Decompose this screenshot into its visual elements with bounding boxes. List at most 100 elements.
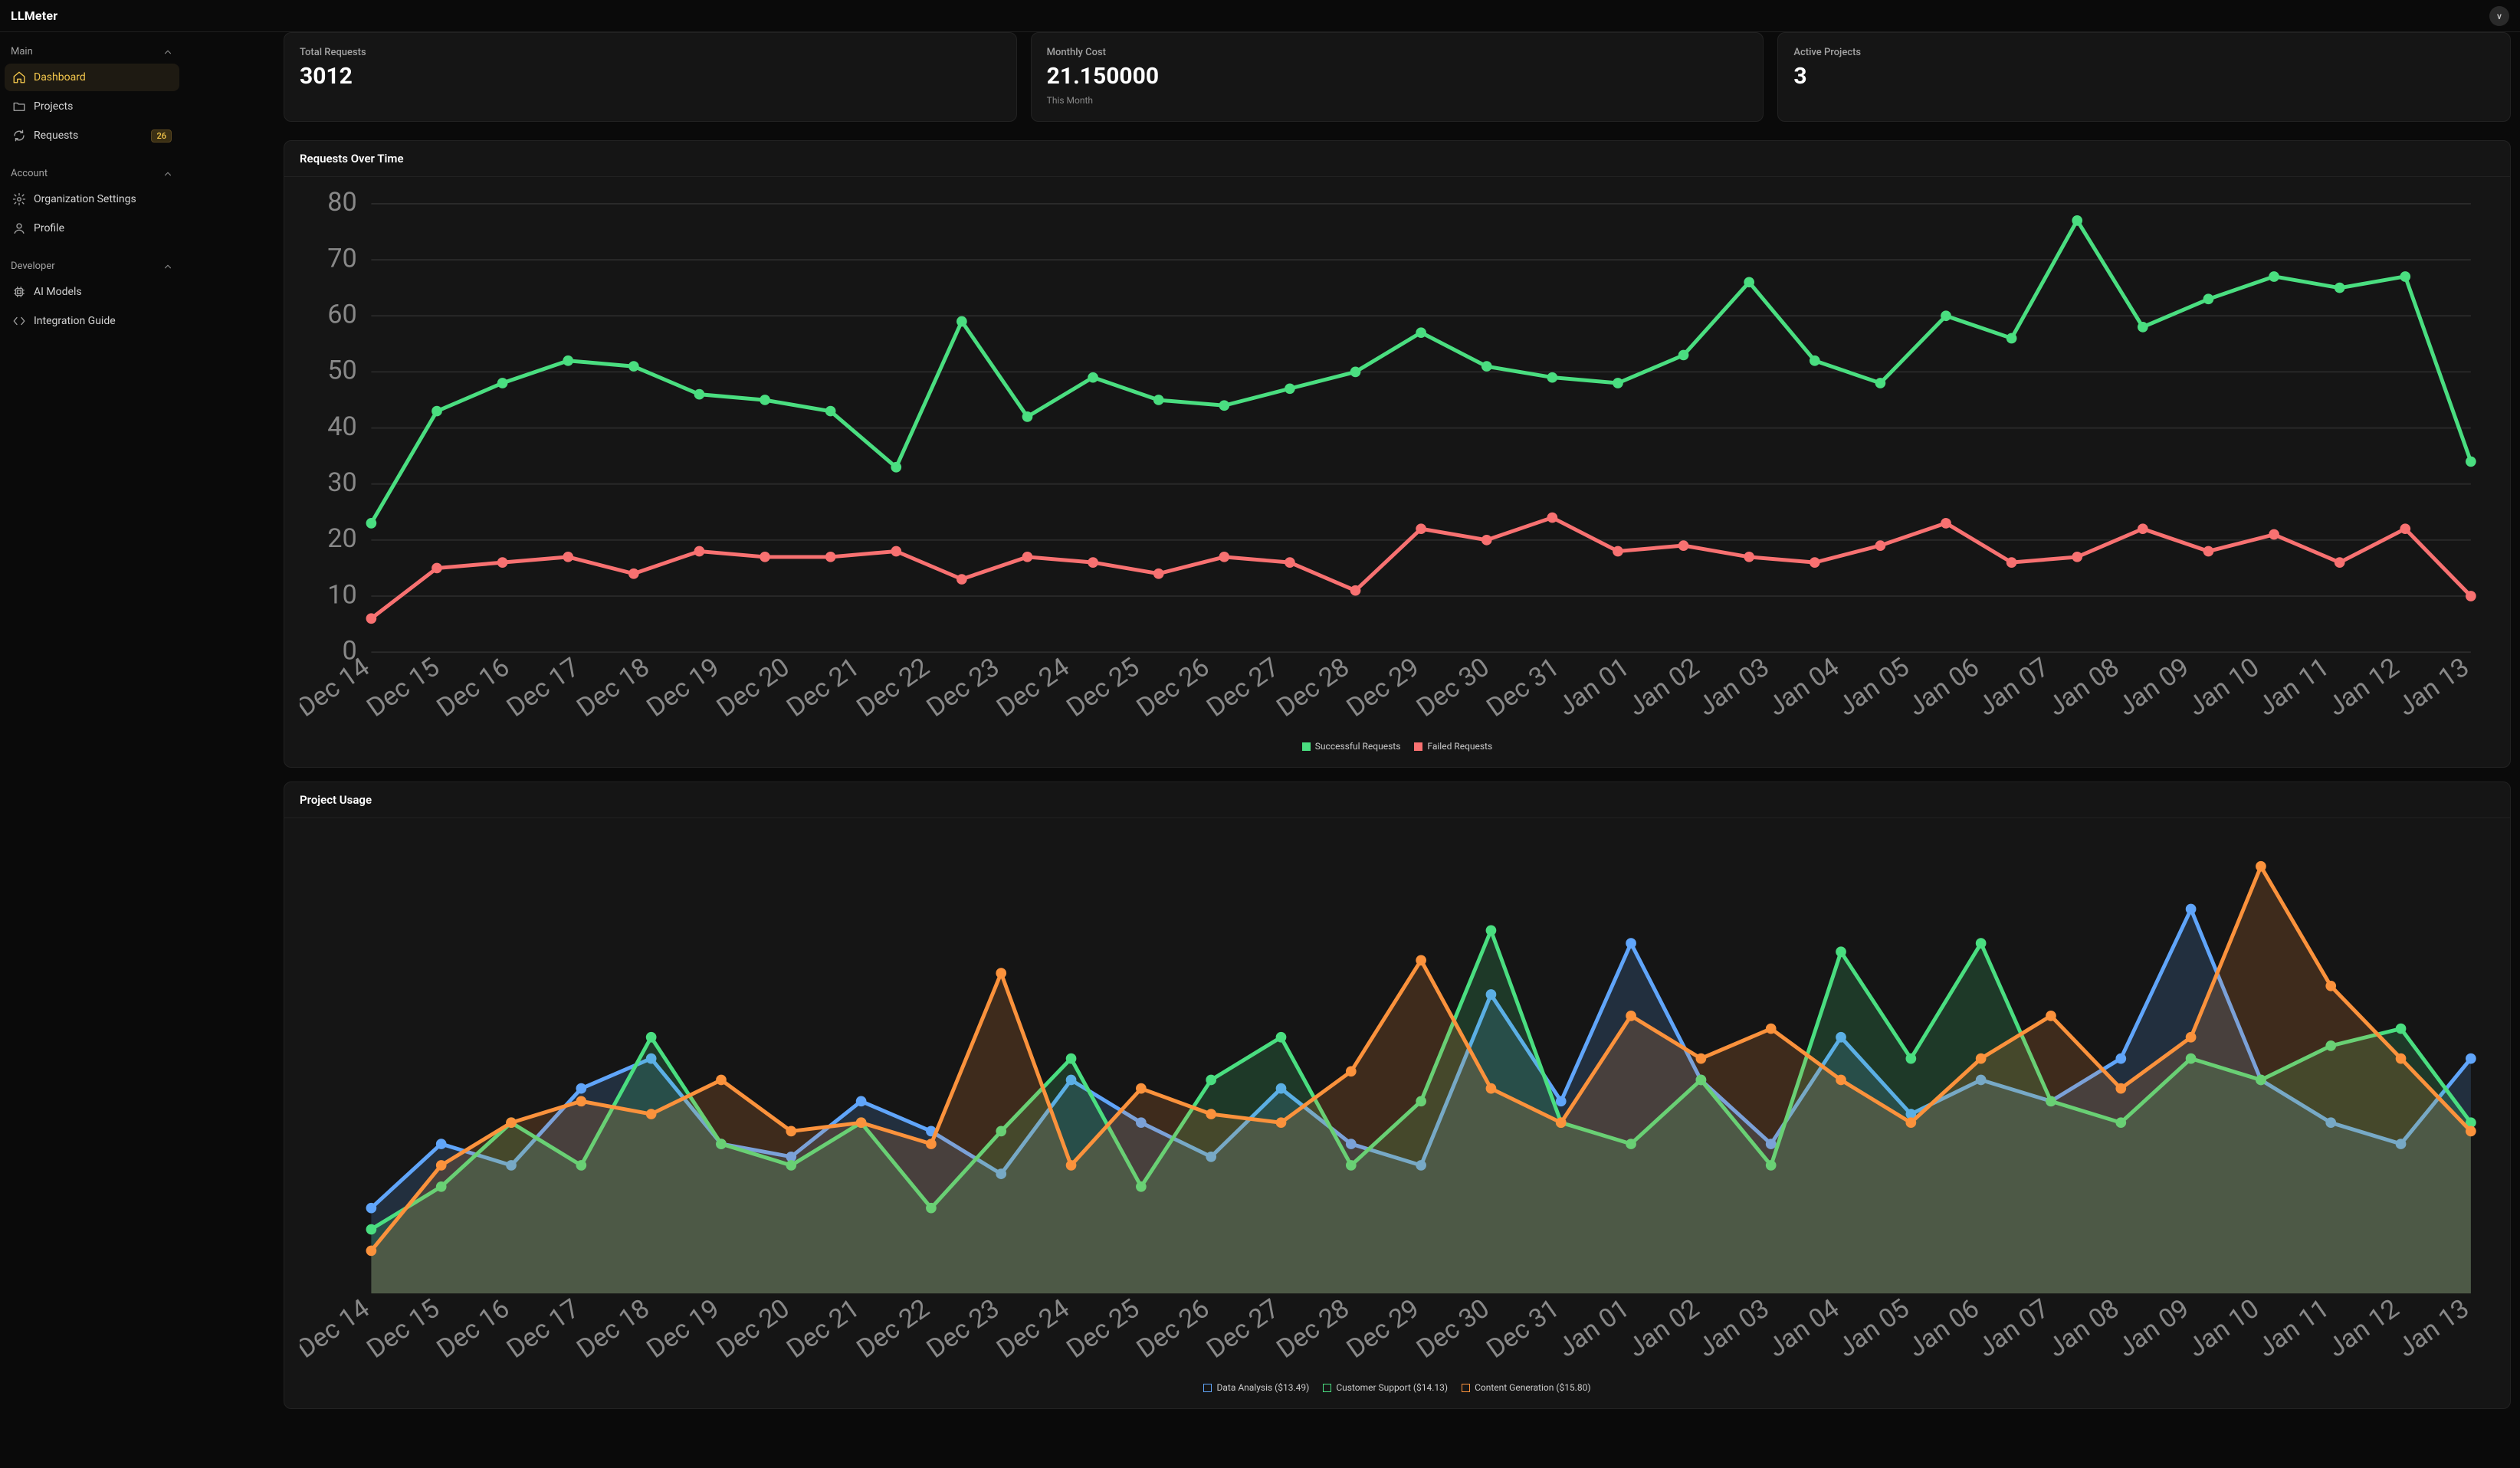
panel-body: Dec 14Dec 15Dec 16Dec 17Dec 18Dec 19Dec … xyxy=(284,818,2510,1408)
svg-text:Dec 23: Dec 23 xyxy=(921,652,1005,723)
svg-text:Dec 16: Dec 16 xyxy=(431,1293,515,1365)
sidebar-item-projects[interactable]: Projects xyxy=(5,93,179,120)
svg-text:Jan 02: Jan 02 xyxy=(1623,652,1705,723)
svg-text:40: 40 xyxy=(327,411,356,442)
svg-text:Jan 06: Jan 06 xyxy=(1902,652,1985,723)
svg-text:20: 20 xyxy=(327,523,356,554)
svg-text:Dec 28: Dec 28 xyxy=(1271,652,1355,723)
requests-chart: 01020304050607080Dec 14Dec 15Dec 16Dec 1… xyxy=(300,185,2495,733)
svg-text:Jan 12: Jan 12 xyxy=(2322,1293,2405,1364)
avatar[interactable]: v xyxy=(2489,6,2509,26)
sidebar-item-organization-settings[interactable]: Organization Settings xyxy=(5,185,179,213)
svg-text:Dec 21: Dec 21 xyxy=(781,652,865,723)
sidebar-item-dashboard[interactable]: Dashboard xyxy=(5,64,179,91)
panel-project-usage: Project Usage Dec 14Dec 15Dec 16Dec 17De… xyxy=(284,782,2511,1409)
svg-text:Jan 07: Jan 07 xyxy=(1973,1293,2056,1364)
legend-swatch xyxy=(1414,742,1422,751)
panel-title: Requests Over Time xyxy=(284,141,2510,176)
section-title: Account xyxy=(11,168,48,179)
chart-legend: Successful RequestsFailed Requests xyxy=(300,741,2495,752)
sidebar-item-ai-models[interactable]: AI Models xyxy=(5,278,179,306)
legend-item: Successful Requests xyxy=(1302,741,1401,752)
home-icon xyxy=(12,70,26,84)
panel-requests-over-time: Requests Over Time 01020304050607080Dec … xyxy=(284,140,2511,768)
card-value: 3012 xyxy=(300,63,1001,90)
svg-text:Dec 23: Dec 23 xyxy=(921,1293,1005,1365)
card-label: Total Requests xyxy=(300,47,1001,58)
nav-label: Organization Settings xyxy=(34,193,172,205)
svg-text:Dec 31: Dec 31 xyxy=(1481,1293,1565,1365)
card-monthly-cost: Monthly Cost 21.150000 This Month xyxy=(1031,32,1764,122)
gear-icon xyxy=(12,192,26,206)
svg-text:Dec 27: Dec 27 xyxy=(1201,652,1285,723)
svg-text:70: 70 xyxy=(327,243,356,274)
legend-item: Customer Support ($14.13) xyxy=(1323,1382,1448,1393)
svg-text:Dec 25: Dec 25 xyxy=(1061,652,1145,723)
legend-swatch xyxy=(1203,1384,1212,1392)
nav-label: Integration Guide xyxy=(34,315,172,327)
sidebar-item-profile[interactable]: Profile xyxy=(5,215,179,242)
legend-label: Content Generation ($15.80) xyxy=(1475,1382,1590,1393)
sidebar: Main Dashboard Projects Requests26 Account Or… xyxy=(0,32,184,1468)
legend-label: Successful Requests xyxy=(1315,741,1401,752)
svg-text:Dec 27: Dec 27 xyxy=(1201,1293,1285,1365)
svg-text:Jan 09: Jan 09 xyxy=(2112,652,2195,723)
sidebar-section-header[interactable]: Account xyxy=(5,162,179,184)
sidebar-item-requests[interactable]: Requests26 xyxy=(5,122,179,149)
svg-text:Jan 01: Jan 01 xyxy=(1553,652,1636,723)
chevron-up-icon xyxy=(162,47,173,57)
refresh-icon xyxy=(12,129,26,143)
legend-label: Customer Support ($14.13) xyxy=(1336,1382,1448,1393)
svg-text:Dec 18: Dec 18 xyxy=(571,1293,655,1365)
svg-text:Dec 15: Dec 15 xyxy=(361,1293,445,1365)
svg-text:Dec 18: Dec 18 xyxy=(571,652,655,723)
svg-text:Dec 31: Dec 31 xyxy=(1481,652,1565,723)
sidebar-item-integration-guide[interactable]: Integration Guide xyxy=(5,307,179,335)
svg-text:Jan 12: Jan 12 xyxy=(2322,652,2405,723)
svg-text:Dec 30: Dec 30 xyxy=(1411,1293,1495,1365)
nav-label: Dashboard xyxy=(34,71,172,84)
svg-text:Dec 20: Dec 20 xyxy=(711,1293,795,1365)
svg-text:Jan 06: Jan 06 xyxy=(1902,1293,1985,1364)
svg-text:80: 80 xyxy=(327,187,356,218)
svg-text:Dec 14: Dec 14 xyxy=(300,1293,376,1365)
svg-text:Dec 17: Dec 17 xyxy=(501,652,585,723)
summary-cards: Total Requests 3012 Monthly Cost 21.1500… xyxy=(284,32,2511,122)
svg-text:Dec 25: Dec 25 xyxy=(1061,1293,1145,1365)
svg-text:Dec 19: Dec 19 xyxy=(641,1293,725,1365)
svg-text:Jan 02: Jan 02 xyxy=(1623,1293,1705,1364)
svg-text:Dec 24: Dec 24 xyxy=(991,1293,1075,1365)
svg-text:Dec 24: Dec 24 xyxy=(991,652,1075,723)
svg-text:Jan 04: Jan 04 xyxy=(1763,652,1846,723)
user-icon xyxy=(12,221,26,235)
cpu-icon xyxy=(12,285,26,299)
svg-text:Jan 11: Jan 11 xyxy=(2253,652,2335,723)
legend-swatch xyxy=(1302,742,1311,751)
nav-label: Profile xyxy=(34,222,172,234)
card-label: Active Projects xyxy=(1793,47,2495,58)
legend-swatch xyxy=(1462,1384,1470,1392)
svg-text:Jan 04: Jan 04 xyxy=(1763,1293,1846,1364)
sidebar-section-header[interactable]: Main xyxy=(5,40,179,62)
app-brand: LLMeter xyxy=(11,8,57,23)
code-icon xyxy=(12,314,26,328)
svg-text:Dec 19: Dec 19 xyxy=(641,652,725,723)
svg-text:Jan 10: Jan 10 xyxy=(2182,652,2265,723)
svg-text:Dec 29: Dec 29 xyxy=(1341,652,1425,723)
svg-text:Jan 03: Jan 03 xyxy=(1692,652,1775,723)
card-value: 21.150000 xyxy=(1047,63,1748,90)
svg-text:Jan 10: Jan 10 xyxy=(2182,1293,2265,1364)
legend-item: Content Generation ($15.80) xyxy=(1462,1382,1590,1393)
svg-text:Dec 22: Dec 22 xyxy=(851,652,935,723)
nav-badge: 26 xyxy=(151,129,172,143)
svg-text:Dec 26: Dec 26 xyxy=(1131,652,1215,723)
svg-text:Jan 08: Jan 08 xyxy=(2043,1293,2125,1364)
svg-text:Jan 13: Jan 13 xyxy=(2392,652,2475,723)
svg-text:Jan 05: Jan 05 xyxy=(1833,652,1915,723)
nav-label: Projects xyxy=(34,100,172,113)
svg-text:Jan 09: Jan 09 xyxy=(2112,1293,2195,1364)
svg-text:Dec 20: Dec 20 xyxy=(711,652,795,723)
section-title: Developer xyxy=(11,261,55,272)
svg-text:Dec 15: Dec 15 xyxy=(361,652,445,723)
sidebar-section-header[interactable]: Developer xyxy=(5,254,179,277)
